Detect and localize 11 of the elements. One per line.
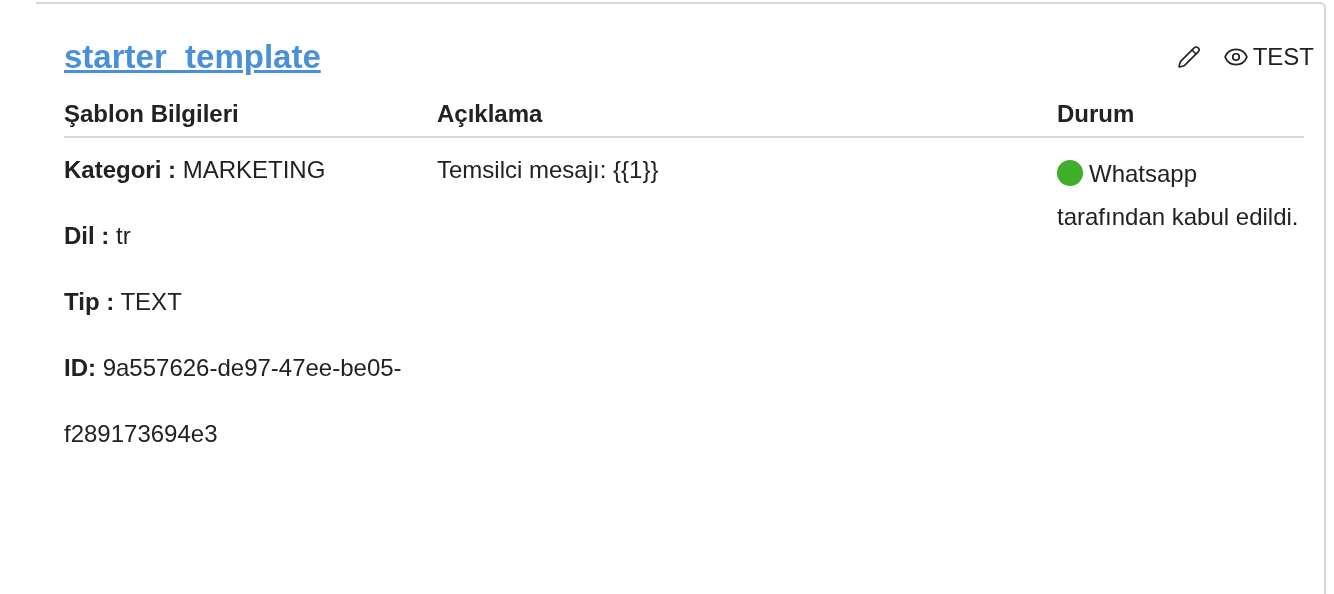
info-field: Tip : TEXT [64,268,186,335]
test-button[interactable]: TEST [1222,38,1314,75]
column-header: Durum [1057,98,1136,129]
description-text: Temsilci mesajı: {{1}} [437,154,660,185]
column-header: Şablon Bilgileri [64,98,240,129]
info-field: Dil : tr [64,202,135,269]
info-field: Kategori : MARKETING [64,136,330,203]
edit-icon[interactable] [1176,44,1201,69]
column-header: Açıklama [437,98,544,129]
info-field: ID: 9a557626-de97-47ee-be05-f289173694e3 [64,334,437,467]
status-text: Whatsapp tarafından kabul edildi. [1057,159,1299,230]
